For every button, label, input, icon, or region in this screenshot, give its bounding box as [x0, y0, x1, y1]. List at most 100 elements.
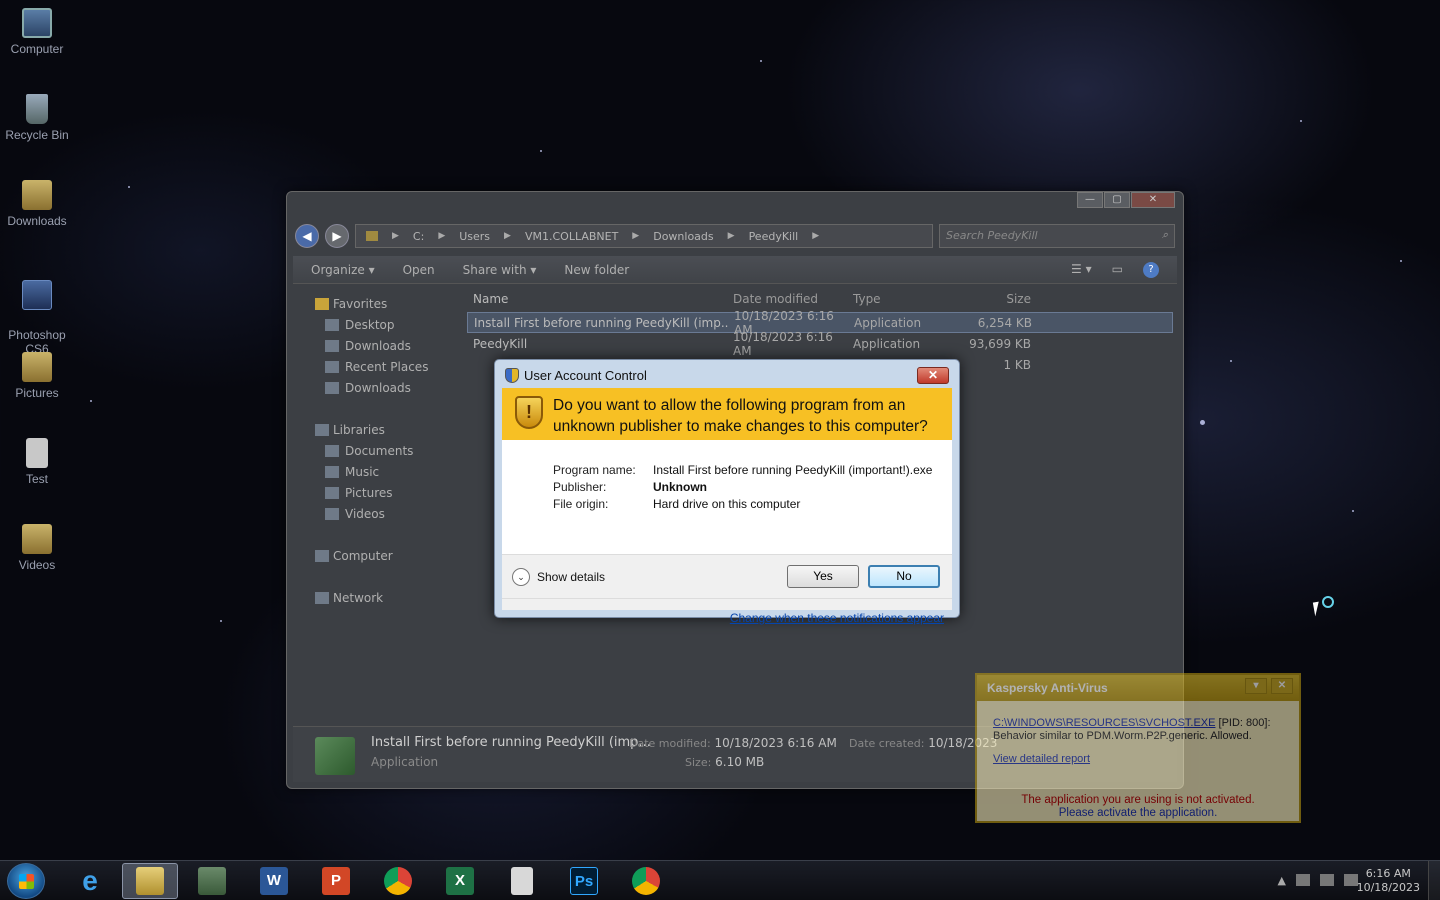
nav-item-downloads[interactable]: Downloads [293, 336, 453, 357]
taskbar-app-remote-desktop[interactable] [184, 863, 240, 899]
taskbar-app-word[interactable]: W [246, 863, 302, 899]
organize-button[interactable]: Organize ▾ [311, 263, 375, 277]
file-type: Application [853, 336, 921, 351]
network-icon[interactable] [1296, 874, 1310, 886]
close-button[interactable]: ✕ [1131, 192, 1175, 208]
nav-label: Recent Places [345, 360, 429, 374]
breadcrumb-item[interactable]: Users [459, 230, 490, 243]
breadcrumb-item[interactable]: Downloads [653, 230, 713, 243]
taskbar-app-excel[interactable]: X [432, 863, 488, 899]
details-file-name: Install First before running PeedyKill (… [371, 735, 651, 750]
details-created-label: Date created: [849, 737, 925, 750]
view-report-link[interactable]: View detailed report [993, 753, 1090, 765]
computer-icon [22, 8, 52, 38]
taskbar-app-ie[interactable]: e [62, 863, 118, 899]
folder-icon [22, 180, 52, 210]
taskbar-app-explorer[interactable] [122, 863, 178, 899]
computer-icon [315, 550, 329, 562]
nav-item-libraries[interactable]: Libraries [293, 420, 453, 441]
details-size: 6.10 MB [715, 755, 765, 769]
desktop-icon-recycle-bin[interactable]: Recycle Bin [4, 94, 70, 142]
navigation-pane: Favorites Desktop Downloads Recent Place… [293, 286, 453, 726]
view-options-icon[interactable]: ☰ ▾ [1071, 262, 1092, 278]
breadcrumb-item[interactable]: C: [413, 230, 424, 243]
photoshop-icon: Ps [570, 867, 598, 895]
desktop-icon-downloads[interactable]: Downloads [4, 180, 70, 228]
volume-icon[interactable] [1320, 874, 1334, 886]
search-input[interactable]: Search PeedyKill ⌕ [939, 224, 1175, 248]
nav-item-downloads[interactable]: Downloads [293, 378, 453, 399]
taskbar-app-chrome[interactable] [370, 863, 426, 899]
close-button[interactable]: ✕ [917, 367, 949, 384]
notepad-icon [511, 867, 533, 895]
change-notifications-link[interactable]: Change when these notifications appear [730, 611, 944, 625]
taskbar: e W P X Ps ▲ 6:16 AM 10/18/2023 [0, 860, 1440, 900]
open-button[interactable]: Open [403, 263, 435, 277]
window-controls: — ▢ ✕ [1077, 192, 1175, 208]
folder-icon [366, 231, 378, 241]
minimize-button[interactable]: — [1077, 192, 1103, 208]
nav-item-videos[interactable]: Videos [293, 504, 453, 525]
preview-pane-icon[interactable]: ▭ [1112, 262, 1123, 278]
nav-item-computer[interactable]: Computer [293, 546, 453, 567]
breadcrumb-item[interactable]: VM1.COLLABNET [525, 230, 618, 243]
show-desktop-button[interactable] [1428, 861, 1440, 900]
new-folder-button[interactable]: New folder [564, 263, 629, 277]
show-details-toggle[interactable]: Show details [537, 570, 605, 584]
nav-item-recent-places[interactable]: Recent Places [293, 357, 453, 378]
chevron-down-icon[interactable]: ⌄ [512, 568, 530, 586]
nav-item-network[interactable]: Network [293, 588, 453, 609]
navigation-bar: ◀ ▶ ▶ C: ▶ Users ▶ VM1.COLLABNET ▶ Downl… [295, 222, 1175, 250]
details-modified: 10/18/2023 6:16 AM [714, 736, 837, 750]
folder-icon [325, 340, 339, 352]
chevron-down-icon[interactable]: ▾ [1245, 678, 1267, 694]
video-icon [325, 508, 339, 520]
column-date[interactable]: Date modified [727, 292, 847, 306]
desktop-icon-label: Test [25, 472, 48, 486]
column-type[interactable]: Type [847, 292, 967, 306]
file-type: Application [854, 315, 922, 330]
taskbar-app-notepad[interactable] [494, 863, 550, 899]
taskbar-app-powerpoint[interactable]: P [308, 863, 364, 899]
uac-program-info: Program name: Install First before runnin… [553, 462, 932, 513]
system-tray: ▲ [1278, 874, 1358, 887]
close-icon[interactable]: ✕ [1271, 678, 1293, 694]
table-row[interactable]: PeedyKill 10/18/2023 6:16 AM Application… [467, 330, 1173, 358]
process-path-link[interactable]: C:\WINDOWS\RESOURCES\SVCHOST.EXE [993, 717, 1215, 729]
desktop-icon-computer[interactable]: Computer [4, 8, 70, 56]
desktop-icon-test[interactable]: Test [4, 438, 70, 486]
nav-item-documents[interactable]: Documents [293, 441, 453, 462]
desktop-icon-videos[interactable]: Videos [4, 524, 70, 572]
nav-item-desktop[interactable]: Desktop [293, 315, 453, 336]
column-size[interactable]: Size [967, 292, 1037, 306]
chrome-icon [632, 867, 660, 895]
nav-item-pictures[interactable]: Pictures [293, 483, 453, 504]
maximize-button[interactable]: ▢ [1104, 192, 1130, 208]
breadcrumb-item[interactable]: PeedyKill [749, 230, 799, 243]
network-icon [315, 592, 329, 604]
help-icon[interactable]: ? [1143, 261, 1159, 278]
taskbar-app-photoshop[interactable]: Ps [556, 863, 612, 899]
no-button[interactable]: No [868, 565, 940, 588]
clock-time: 6:16 AM [1365, 867, 1411, 880]
document-icon [26, 438, 48, 468]
forward-button[interactable]: ▶ [325, 224, 349, 248]
clock[interactable]: 6:16 AM 10/18/2023 [1357, 867, 1420, 895]
desktop-icon-pictures[interactable]: Pictures [4, 352, 70, 400]
details-size-label: Size: [685, 756, 712, 769]
start-button[interactable] [7, 863, 45, 899]
taskbar-app-chrome[interactable] [618, 863, 674, 899]
uac-title: User Account Control [524, 368, 647, 383]
address-bar[interactable]: ▶ C: ▶ Users ▶ VM1.COLLABNET ▶ Downloads… [355, 224, 933, 248]
activate-link[interactable]: Please activate the application. [993, 807, 1283, 820]
column-name[interactable]: Name [467, 292, 727, 306]
file-name: Install First before running PeedyKill (… [474, 315, 728, 330]
back-button[interactable]: ◀ [295, 224, 319, 248]
chevron-up-icon[interactable]: ▲ [1278, 874, 1286, 887]
windows-logo-icon [19, 874, 34, 889]
nav-item-favorites[interactable]: Favorites [293, 294, 453, 315]
search-placeholder: Search PeedyKill [946, 229, 1038, 242]
yes-button[interactable]: Yes [787, 565, 859, 588]
share-with-button[interactable]: Share with ▾ [463, 263, 537, 277]
nav-item-music[interactable]: Music [293, 462, 453, 483]
